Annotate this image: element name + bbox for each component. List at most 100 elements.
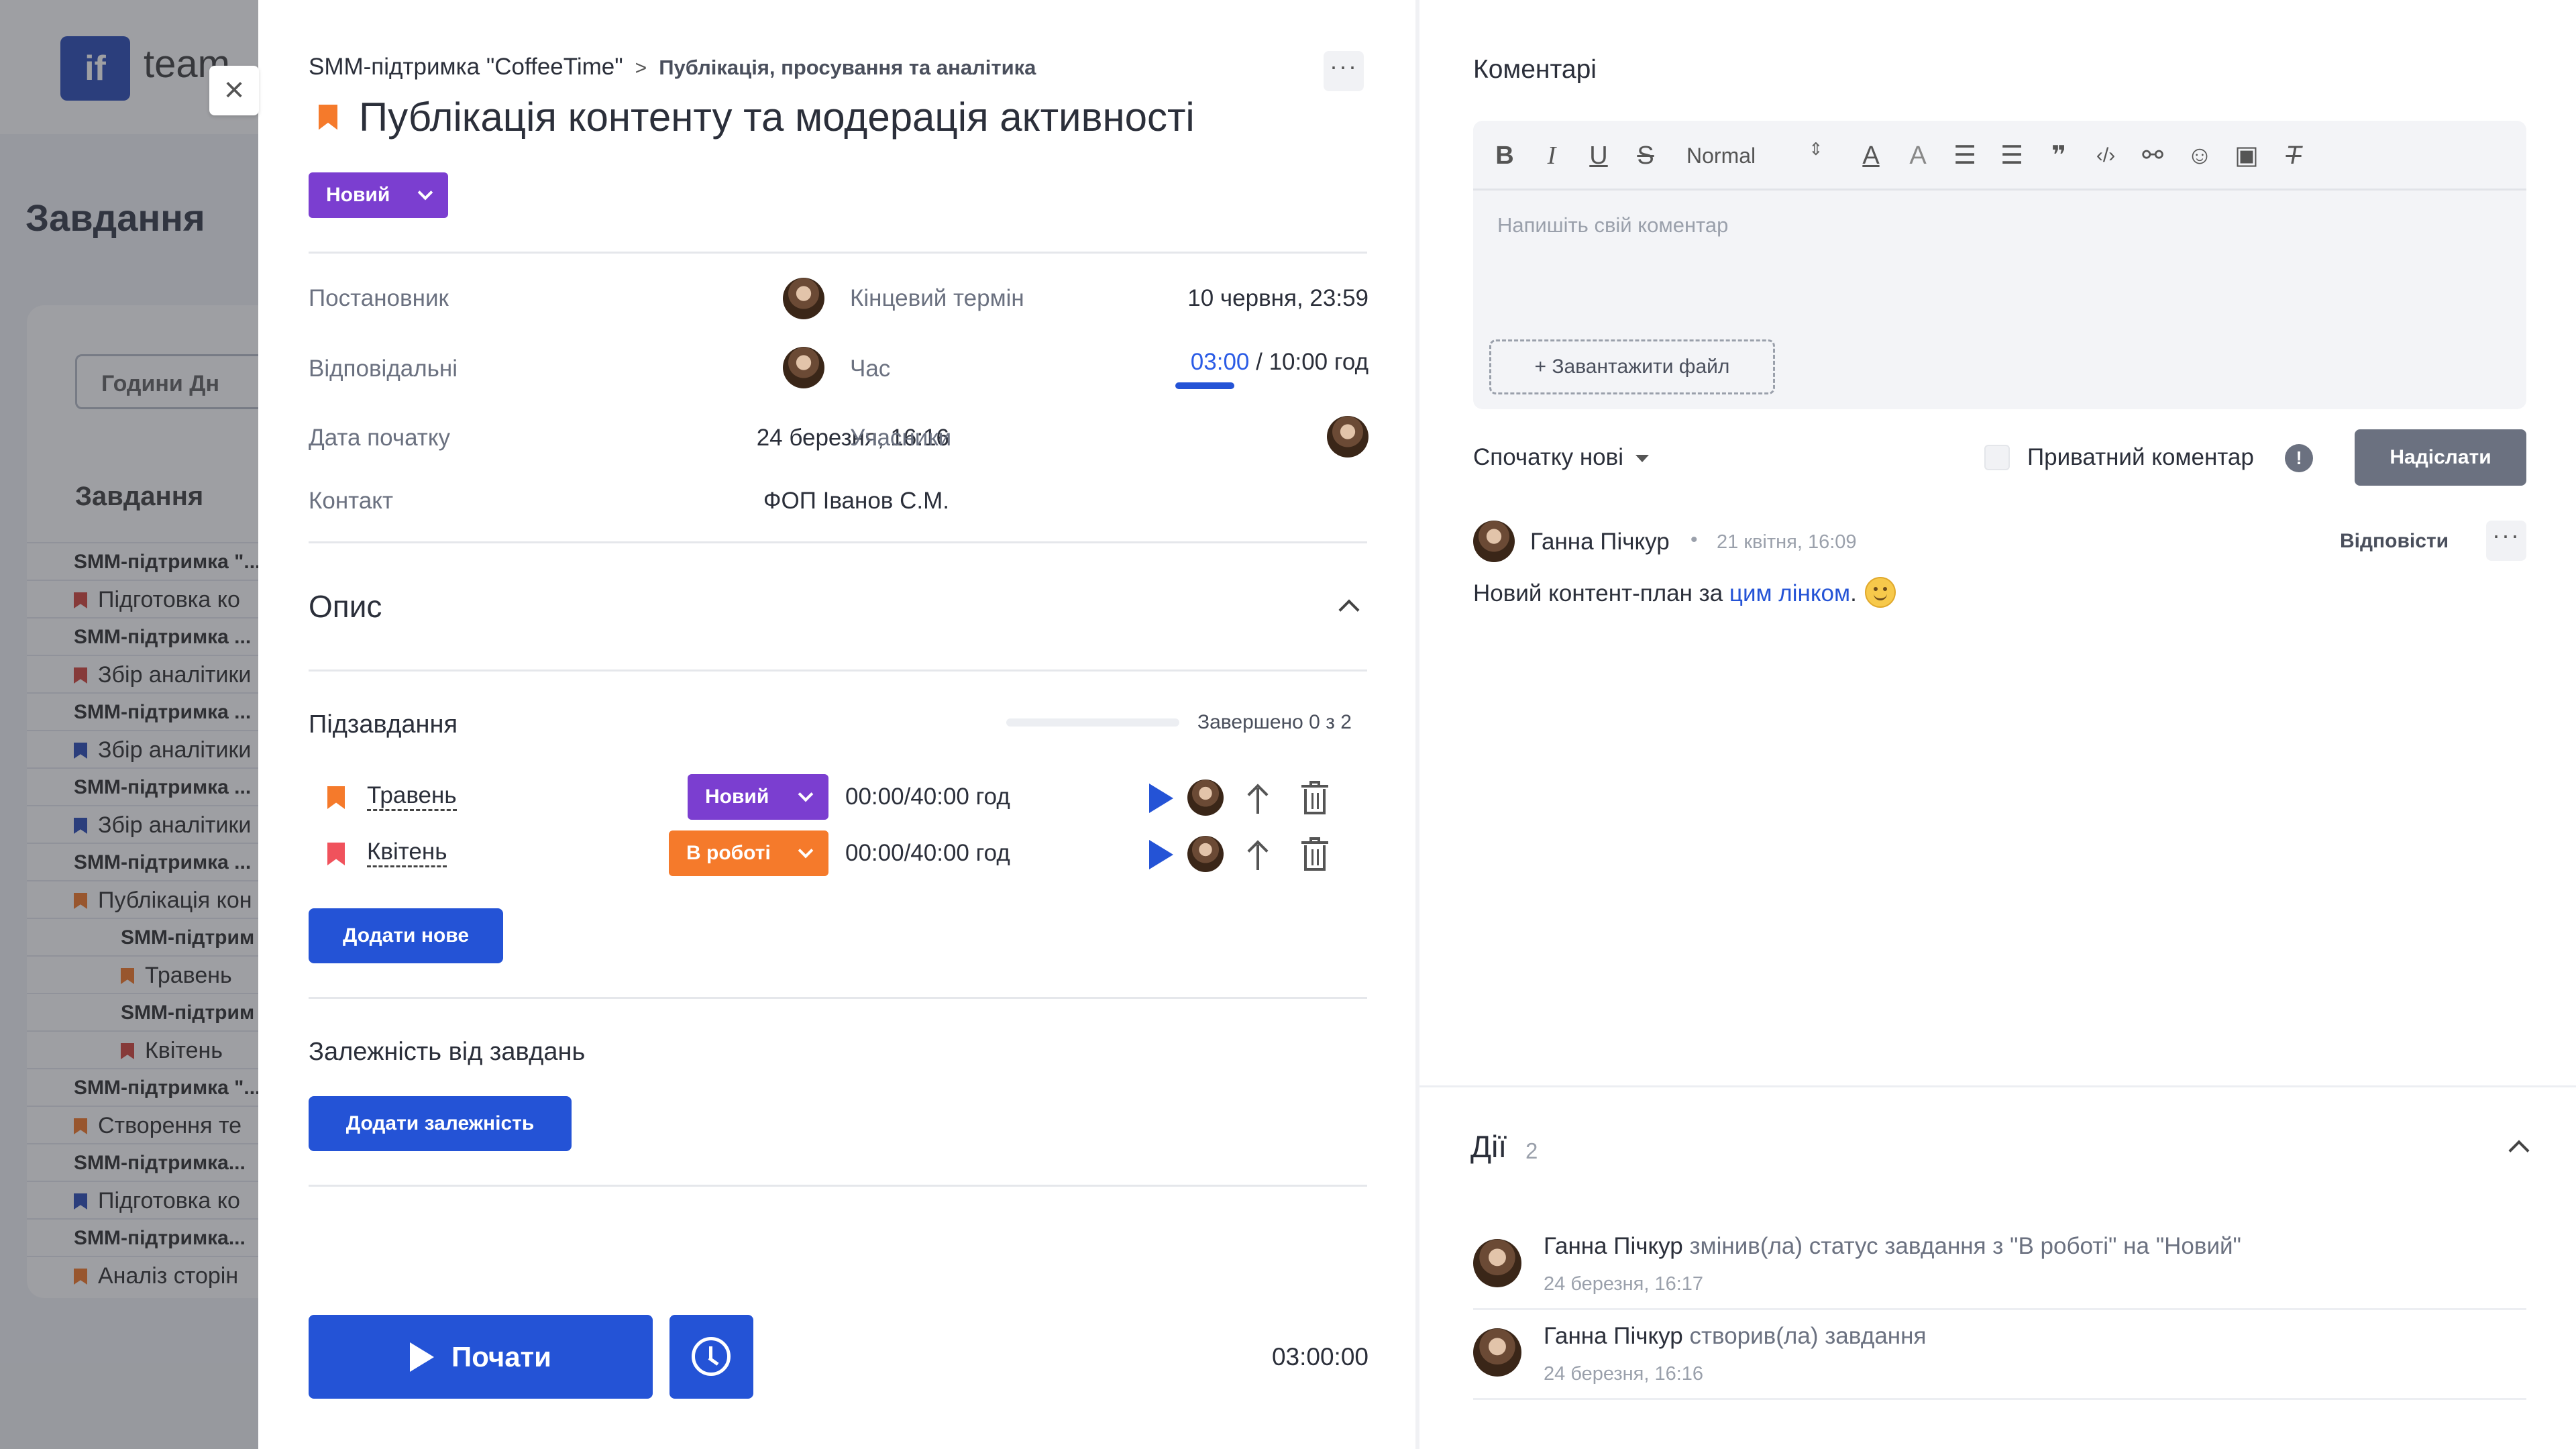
close-panel-button[interactable]: × <box>209 66 259 115</box>
deadline-value[interactable]: 10 червня, 23:59 <box>1097 285 1368 312</box>
private-comment-checkbox[interactable] <box>1984 445 2010 470</box>
creator-avatar[interactable] <box>783 278 824 319</box>
caret-down-icon <box>1635 455 1649 463</box>
trash-icon[interactable] <box>1300 837 1330 872</box>
assignee-avatar[interactable] <box>783 347 824 388</box>
participants-label: Учасники <box>850 425 952 451</box>
more-icon: ··· <box>2492 521 2520 549</box>
private-comment-label[interactable]: Приватний коментар <box>2027 444 2254 471</box>
actions-count: 2 <box>1525 1138 1538 1163</box>
assignee-label: Відповідальні <box>309 356 458 382</box>
activity-avatar[interactable] <box>1473 1239 1521 1287</box>
status-label: В роботі <box>686 842 771 864</box>
task-title[interactable]: Публікація контенту та модерація активно… <box>359 95 1195 140</box>
play-icon[interactable] <box>1149 840 1173 869</box>
emoji-icon[interactable]: ☺ <box>2183 141 2216 170</box>
activity-item: Ганна Пічкур змінив(ла) статус завдання … <box>1544 1233 2241 1260</box>
chevron-up-icon[interactable] <box>2508 1140 2530 1161</box>
time-label: Час <box>850 356 891 382</box>
sort-dropdown[interactable]: Спочатку нові <box>1473 444 1649 471</box>
subtask-assignee-avatar[interactable] <box>1187 836 1224 872</box>
comment-author[interactable]: Ганна Пічкур <box>1530 529 1670 555</box>
modal-backdrop[interactable] <box>0 0 258 1449</box>
task-more-button[interactable]: ··· <box>1324 51 1364 91</box>
play-icon[interactable] <box>1149 784 1173 813</box>
link-icon[interactable]: ⚯ <box>2136 141 2169 170</box>
activity-date: 24 березня, 16:16 <box>1544 1363 1704 1385</box>
image-icon[interactable]: ▣ <box>2230 141 2263 170</box>
time-log-button[interactable] <box>669 1315 753 1399</box>
comment-editor: B I U S Normal ⇕ A A ☰ ☰ ❞ ‹/› ⚯ ☺ ▣ T Н… <box>1473 121 2526 409</box>
clear-format-icon[interactable]: T <box>2277 141 2310 170</box>
comment-more-button[interactable]: ··· <box>2486 521 2526 561</box>
divider <box>309 997 1367 999</box>
comment-author-avatar[interactable] <box>1473 521 1515 562</box>
comment-text: Новий контент-план за цим лінком. <box>1473 576 1896 608</box>
priority-flag-icon <box>327 786 345 809</box>
start-date-label: Дата початку <box>309 425 451 451</box>
add-dependency-button[interactable]: Додати залежність <box>309 1096 572 1151</box>
breadcrumb-section[interactable]: Публікація, просування та аналітика <box>659 56 1036 79</box>
activity-avatar[interactable] <box>1473 1328 1521 1377</box>
code-icon[interactable]: ‹/› <box>2089 141 2123 170</box>
bold-icon[interactable]: B <box>1488 141 1521 170</box>
background-color-icon[interactable]: A <box>1901 141 1935 170</box>
contact-value[interactable]: ФОП Іванов С.М. <box>661 488 949 515</box>
divider <box>1419 1085 2576 1087</box>
deadline-label: Кінцевий термін <box>850 285 1024 311</box>
creator-label: Постановник <box>309 285 449 311</box>
info-icon[interactable]: ! <box>2285 444 2313 472</box>
separator-dot: • <box>1690 529 1698 551</box>
quote-icon[interactable]: ❞ <box>2042 141 2076 170</box>
actions-title: Дії <box>1470 1129 1507 1164</box>
ordered-list-icon[interactable]: ☰ <box>1948 141 1982 170</box>
subtask-name[interactable]: Квітень <box>367 839 447 867</box>
subtask-status-dropdown[interactable]: В роботі <box>669 830 828 876</box>
time-spent: 03:00 <box>1190 349 1250 375</box>
subtask-assignee-avatar[interactable] <box>1187 780 1224 816</box>
add-subtask-button[interactable]: Додати нове <box>309 908 503 963</box>
time-value[interactable]: 03:00 / 10:00 год <box>1097 349 1368 376</box>
text-color-icon[interactable]: A <box>1854 141 1888 170</box>
bullet-list-icon[interactable]: ☰ <box>1995 141 2029 170</box>
subtask-name[interactable]: Травень <box>367 782 457 811</box>
comment-date: 21 квітня, 16:09 <box>1717 531 1857 553</box>
reply-button[interactable]: Відповісти <box>2340 530 2449 553</box>
subtasks-title: Підзавдання <box>309 710 458 739</box>
divider <box>309 1185 1367 1187</box>
send-comment-button[interactable]: Надіслати <box>2355 429 2526 486</box>
comment-link[interactable]: цим лінком <box>1729 580 1850 606</box>
divider <box>1473 1398 2526 1400</box>
time-progress-bar <box>1175 382 1234 389</box>
breadcrumb-project[interactable]: SMM-підтримка "CoffeeTime" <box>309 54 623 80</box>
strikethrough-icon[interactable]: S <box>1629 141 1662 170</box>
subtask-time: 00:00/40:00 год <box>845 784 1010 810</box>
comments-panel: Коментарі B I U S Normal ⇕ A A ☰ ☰ ❞ ‹/›… <box>1419 0 2576 1449</box>
start-timer-button[interactable]: Почати <box>309 1315 653 1399</box>
upload-file-button[interactable]: + Завантажити файл <box>1489 339 1775 394</box>
breadcrumb: SMM-підтримка "CoffeeTime" > Публікація, п… <box>309 54 1036 80</box>
time-estimate: / 10:00 год <box>1249 349 1368 375</box>
select-arrows-icon: ⇕ <box>1809 139 1823 159</box>
comment-input[interactable]: Напишіть свій коментар <box>1497 213 1728 237</box>
task-panel: SMM-підтримка "CoffeeTime" > Публікація, п… <box>258 0 2576 1449</box>
arrow-up-icon[interactable] <box>1244 838 1271 871</box>
text-style-select[interactable]: Normal <box>1686 141 1756 170</box>
participant-avatar[interactable] <box>1327 416 1368 458</box>
italic-icon[interactable]: I <box>1535 141 1568 170</box>
priority-flag-icon <box>327 843 345 865</box>
subtasks-progress-bar <box>1006 718 1179 727</box>
underline-icon[interactable]: U <box>1582 141 1615 170</box>
trash-icon[interactable] <box>1300 781 1330 816</box>
status-dropdown[interactable]: Новий <box>309 172 448 218</box>
activity-text: змінив(ла) статус завдання з "В роботі" … <box>1682 1233 2241 1259</box>
task-details: SMM-підтримка "CoffeeTime" > Публікація, п… <box>258 0 1419 1449</box>
divider <box>309 669 1367 672</box>
activity-author[interactable]: Ганна Пічкур <box>1544 1323 1683 1349</box>
editor-toolbar: B I U S Normal ⇕ A A ☰ ☰ ❞ ‹/› ⚯ ☺ ▣ T <box>1473 121 2526 191</box>
activity-author[interactable]: Ганна Пічкур <box>1544 1233 1683 1259</box>
subtask-status-dropdown[interactable]: Новий <box>688 774 828 820</box>
more-icon: ··· <box>1330 52 1358 80</box>
chevron-up-icon[interactable] <box>1338 599 1360 621</box>
arrow-up-icon[interactable] <box>1244 782 1271 815</box>
